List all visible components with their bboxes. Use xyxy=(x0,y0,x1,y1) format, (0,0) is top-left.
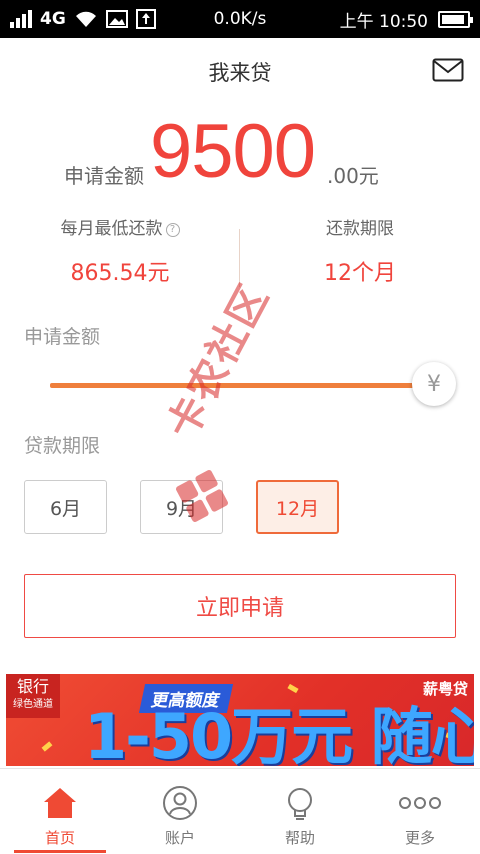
repayment-term-label: 还款期限 xyxy=(326,219,394,239)
slider-label: 申请金额 xyxy=(24,326,101,348)
banner-tag-main: 银行 xyxy=(16,677,49,696)
clock: 上午 10:50 xyxy=(339,11,428,32)
tab-help-label: 帮助 xyxy=(284,829,315,847)
promo-banner[interactable]: 银行 绿色通道 薪粤贷 更高额度 1-50万元 随心借 xyxy=(6,674,474,766)
user-icon xyxy=(163,786,197,820)
tab-home[interactable]: 首页 xyxy=(0,769,120,854)
amount-value: 9500 xyxy=(150,109,316,194)
banner-brand: 薪粤贷 xyxy=(422,680,468,698)
amount-label: 申请金额 xyxy=(64,164,144,188)
tab-account[interactable]: 账户 xyxy=(120,769,240,854)
watermark-text: 卡农社区 xyxy=(158,276,279,447)
amount-suffix: .00元 xyxy=(327,164,379,188)
tab-more[interactable]: 更多 xyxy=(360,769,480,854)
term-option-6[interactable]: 6月 xyxy=(24,480,107,534)
monthly-payment-label: 每月最低还款 xyxy=(60,219,163,239)
lightbulb-icon xyxy=(288,788,312,820)
tab-account-label: 账户 xyxy=(164,829,195,847)
active-tab-indicator xyxy=(14,850,106,853)
more-dots-icon xyxy=(399,797,441,809)
banner-headline: 1-50万元 随心借 xyxy=(84,700,474,767)
monthly-payment: 每月最低还款? 865.54元 xyxy=(0,215,240,287)
term-label: 贷款期限 xyxy=(24,435,101,457)
monthly-payment-value: 865.54元 xyxy=(70,261,170,286)
banner-tag: 银行 绿色通道 xyxy=(6,674,60,718)
home-icon xyxy=(44,788,76,818)
apply-button[interactable]: 立即申请 xyxy=(24,574,456,638)
tab-help[interactable]: 帮助 xyxy=(240,769,360,854)
status-bar: 4G 0.0K/s 上午 10:50 xyxy=(0,0,480,38)
tab-more-label: 更多 xyxy=(404,829,435,847)
app-header: 我来贷 xyxy=(0,38,480,106)
tab-home-label: 首页 xyxy=(44,829,75,847)
amount-slider-track[interactable] xyxy=(50,383,430,388)
term-option-12[interactable]: 12月 xyxy=(256,480,339,534)
help-icon[interactable]: ? xyxy=(165,223,180,237)
repayment-term: 还款期限 12个月 xyxy=(240,215,480,287)
status-right: 上午 10:50 xyxy=(339,7,473,32)
amount-display: 申请金额 9500 .00元 xyxy=(0,110,480,200)
battery-icon xyxy=(438,10,473,28)
battery-fill xyxy=(442,14,464,24)
repayment-term-value: 12个月 xyxy=(324,261,396,286)
amount-slider-thumb[interactable]: ¥ xyxy=(412,362,456,406)
page-title: 我来贷 xyxy=(208,61,272,85)
envelope-icon[interactable] xyxy=(432,58,464,82)
bottom-tab-bar: 首页 账户 帮助 更多 xyxy=(0,768,480,854)
banner-tag-sub: 绿色通道 xyxy=(13,699,53,710)
